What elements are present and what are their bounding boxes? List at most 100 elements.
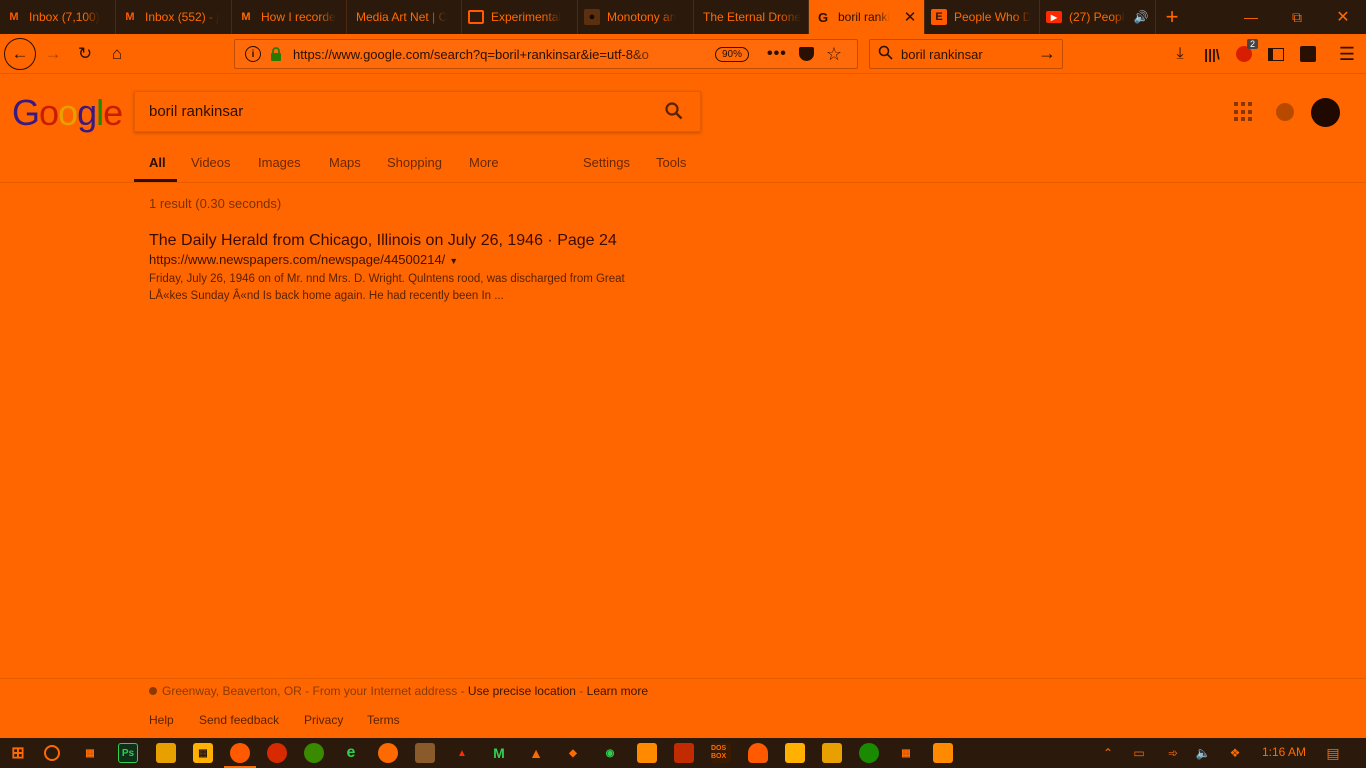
youtube-icon: ▶	[1046, 11, 1062, 23]
chrome-icon[interactable]	[267, 743, 287, 763]
file-explorer-icon[interactable]	[156, 743, 176, 763]
adblock-icon[interactable]: 2	[1232, 39, 1258, 66]
speaker-icon[interactable]: 🔊	[1133, 9, 1149, 25]
volume-icon[interactable]: 🔈	[1194, 744, 1212, 762]
store-icon[interactable]: ▦	[193, 743, 213, 763]
google-icon: G	[817, 9, 829, 25]
page-footer: Greenway, Beaverton, OR - From your Inte…	[0, 678, 1366, 738]
browser-tab[interactable]: Experimental	[462, 0, 578, 34]
notifications-icon[interactable]	[1276, 103, 1294, 121]
footer-feedback-link[interactable]: Send feedback	[199, 713, 279, 727]
browser-tab[interactable]: M Inbox (552) - j	[116, 0, 232, 34]
app-icon[interactable]	[933, 743, 953, 763]
chevron-up-icon[interactable]: ⌃	[1099, 744, 1117, 762]
sidebar-icon[interactable]	[1264, 42, 1288, 66]
tab-shopping[interactable]: Shopping	[387, 155, 442, 170]
menu-icon[interactable]: ☰	[1335, 42, 1359, 66]
edge-icon[interactable]: e	[341, 743, 361, 763]
app-icon[interactable]	[415, 743, 435, 763]
browser-tab[interactable]: ▶ (27) People 🔊	[1040, 0, 1156, 34]
google-logo[interactable]: Google	[12, 92, 123, 134]
tab-maps[interactable]: Maps	[329, 155, 361, 170]
page-actions-icon[interactable]: •••	[767, 45, 787, 63]
search-icon[interactable]	[664, 101, 684, 126]
google-apps-icon[interactable]	[1234, 102, 1254, 122]
photoshop-icon[interactable]: Ps	[118, 743, 138, 763]
minimize-button[interactable]: —	[1228, 0, 1274, 34]
dosbox-icon[interactable]: DOS BOX	[711, 743, 731, 763]
cortana-icon[interactable]	[44, 745, 60, 761]
browser-tab[interactable]: ● Monotony an	[578, 0, 694, 34]
forward-button[interactable]: →	[37, 38, 69, 70]
app-icon[interactable]	[859, 743, 879, 763]
restore-button[interactable]: ⧉	[1274, 0, 1320, 34]
app-icon[interactable]	[785, 743, 805, 763]
zoom-badge[interactable]: 90%	[715, 46, 750, 62]
tab-more[interactable]: More	[469, 155, 499, 170]
wifi-icon[interactable]: ➾	[1164, 744, 1182, 762]
google-search-input[interactable]	[149, 103, 649, 120]
tab-tools[interactable]: Tools	[656, 155, 686, 170]
notes-icon[interactable]	[822, 743, 842, 763]
stats-icon[interactable]	[1296, 42, 1320, 66]
app-icon[interactable]	[748, 743, 768, 763]
app-icon[interactable]	[674, 743, 694, 763]
battery-icon[interactable]: ▭	[1130, 744, 1148, 762]
lock-icon[interactable]	[269, 47, 283, 61]
browser-tab[interactable]: M How I recorde	[232, 0, 347, 34]
browser-tab[interactable]: The Eternal Drone	[694, 0, 809, 34]
avatar[interactable]	[1311, 98, 1340, 127]
clock[interactable]: 1:16 AM	[1262, 745, 1306, 759]
browser-tab[interactable]: Media Art Net | C	[347, 0, 462, 34]
footer-privacy-link[interactable]: Privacy	[304, 713, 343, 727]
back-button[interactable]: ←	[4, 38, 36, 70]
tab-settings[interactable]: Settings	[583, 155, 630, 170]
app-icon[interactable]: ▦	[896, 743, 916, 763]
tab-images[interactable]: Images	[258, 155, 301, 170]
app-icon[interactable]	[637, 743, 657, 763]
result-snippet: Friday, July 26, 1946 on of Mr. nnd Mrs.…	[149, 271, 709, 305]
search-tabs: All Videos Images Maps Shopping More Set…	[0, 145, 1366, 183]
browser-tab-active[interactable]: G boril ranki ✕	[809, 0, 925, 34]
go-arrow-icon[interactable]: →	[1038, 43, 1056, 64]
task-view-icon[interactable]: ▦	[80, 743, 100, 763]
precise-location-link[interactable]: Use precise location	[468, 684, 576, 698]
app-icon[interactable]: ◉	[600, 743, 620, 763]
learn-more-link[interactable]: Learn more	[587, 684, 648, 698]
google-search-box[interactable]	[134, 91, 701, 132]
result-title-link[interactable]: The Daily Herald from Chicago, Illinois …	[149, 231, 709, 251]
url-bar[interactable]: i https://www.google.com/search?q=boril+…	[234, 39, 858, 69]
pocket-icon[interactable]	[798, 47, 814, 61]
tab-all[interactable]: All	[149, 155, 166, 170]
downloads-icon[interactable]: ⤓	[1168, 42, 1192, 66]
tab-videos[interactable]: Videos	[191, 155, 231, 170]
info-icon[interactable]: i	[245, 46, 261, 62]
app-icon[interactable]: ▲	[452, 743, 472, 763]
vlc-icon[interactable]: ▲	[526, 743, 546, 763]
e-icon: E	[931, 9, 947, 25]
tab-title: How I recorde	[261, 10, 336, 24]
app-icon[interactable]: M	[489, 743, 509, 763]
bookmark-star-icon[interactable]: ☆	[826, 44, 842, 65]
close-window-button[interactable]: ✕	[1320, 0, 1366, 34]
search-bar-text[interactable]: boril rankinsar	[901, 47, 983, 62]
url-text[interactable]: https://www.google.com/search?q=boril+ra…	[293, 47, 685, 62]
app-icon[interactable]	[304, 743, 324, 763]
caret-down-icon[interactable]: ▼	[449, 256, 458, 266]
action-center-icon[interactable]: ▤	[1324, 744, 1342, 762]
footer-terms-link[interactable]: Terms	[367, 713, 400, 727]
app-icon[interactable]: ◆	[563, 743, 583, 763]
browser-tab[interactable]: E People Who D	[925, 0, 1040, 34]
new-tab-button[interactable]: +	[1160, 4, 1184, 30]
start-windows-icon[interactable]: ⊞	[8, 743, 28, 763]
library-icon[interactable]: |||\	[1200, 42, 1224, 66]
footer-help-link[interactable]: Help	[149, 713, 174, 727]
dropbox-icon[interactable]: ❖	[1226, 744, 1244, 762]
reload-button[interactable]: ↻	[69, 38, 101, 70]
app-icon[interactable]	[378, 743, 398, 763]
browser-tab[interactable]: M Inbox (7,100)	[0, 0, 116, 34]
close-tab-icon[interactable]: ✕	[902, 9, 918, 26]
browser-search-bar[interactable]: boril rankinsar →	[869, 39, 1063, 69]
firefox-icon[interactable]	[224, 743, 256, 768]
home-button[interactable]: ⌂	[101, 38, 133, 70]
